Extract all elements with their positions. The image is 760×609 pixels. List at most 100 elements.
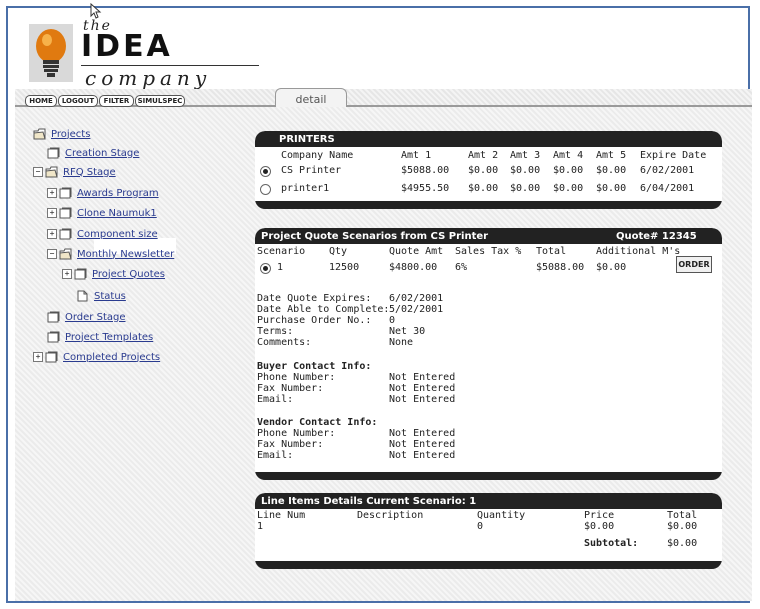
printer-amt3: $0.00: [510, 165, 541, 176]
printer-amt1: $4955.50: [401, 183, 450, 194]
logout-button[interactable]: LOGOUT: [58, 95, 98, 107]
detail-value: 0: [389, 315, 396, 326]
scenario-qty: 12500: [329, 262, 360, 273]
collapse-icon[interactable]: −: [47, 249, 57, 259]
buyer-label: Phone Number:: [257, 372, 336, 383]
tree-item-status[interactable]: Status: [76, 290, 126, 302]
printer-expire: 6/02/2001: [640, 165, 695, 176]
tree-item-order-stage[interactable]: Order Stage: [47, 311, 126, 323]
collapse-icon[interactable]: −: [33, 167, 43, 177]
subtotal-label: Subtotal:: [584, 538, 639, 549]
printer-amt3: $0.00: [510, 183, 541, 194]
tree-label[interactable]: Status: [94, 291, 126, 302]
scenario-header-scenario: Scenario: [257, 246, 306, 257]
expand-icon[interactable]: +: [33, 352, 43, 362]
printers-header-amt4: Amt 4: [553, 150, 584, 161]
vendor-label: Phone Number:: [257, 428, 336, 439]
folder-icon: [47, 331, 60, 343]
tree-item-monthly-newsletter[interactable]: − Monthly Newsletter: [47, 248, 174, 260]
vendor-label: Fax Number:: [257, 439, 324, 450]
tree-label[interactable]: Completed Projects: [63, 352, 160, 363]
printer-amt1: $5088.00: [401, 165, 450, 176]
logo-idea: IDEA: [81, 29, 173, 64]
tree-item-clone-naumuk1[interactable]: + Clone Naumuk1: [47, 207, 157, 219]
detail-label: Comments:: [257, 337, 312, 348]
folder-icon: [74, 268, 87, 280]
detail-value: 5/02/2001: [389, 304, 444, 315]
buyer-value: Not Entered: [389, 383, 456, 394]
printer-amt4: $0.00: [553, 165, 584, 176]
printers-header-amt5: Amt 5: [596, 150, 627, 161]
order-button[interactable]: ORDER: [676, 256, 712, 273]
tab-detail[interactable]: detail: [275, 88, 347, 107]
line-quantity: 0: [477, 521, 484, 532]
tree-item-rfq-stage[interactable]: − RFQ Stage: [33, 166, 116, 178]
scenario-total: $5088.00: [536, 262, 585, 273]
expand-icon[interactable]: +: [47, 229, 57, 239]
printer-expire: 6/04/2001: [640, 183, 695, 194]
tree-item-project-templates[interactable]: Project Templates: [47, 331, 153, 343]
detail-label: Purchase Order No.:: [257, 315, 372, 326]
tree-label[interactable]: Creation Stage: [65, 148, 139, 159]
buyer-contact-title: Buyer Contact Info:: [257, 361, 372, 372]
tree-label[interactable]: RFQ Stage: [63, 167, 116, 178]
printer-radio-cs[interactable]: [260, 166, 271, 177]
vendor-label: Email:: [257, 450, 294, 461]
line-header-price: Price: [584, 510, 615, 521]
detail-value: Net 30: [389, 326, 426, 337]
folder-open-icon: [45, 166, 58, 178]
subtotal-value: $0.00: [667, 538, 698, 549]
scenario-radio-1[interactable]: [260, 263, 271, 274]
tree-label[interactable]: Order Stage: [65, 312, 126, 323]
line-header-quantity: Quantity: [477, 510, 526, 521]
tree-item-project-quotes[interactable]: + Project Quotes: [62, 268, 165, 280]
line-total: $0.00: [667, 521, 698, 532]
scenario-header-total: Total: [536, 246, 567, 257]
scenario-num: 1: [277, 262, 284, 273]
lightbulb-icon: [29, 24, 73, 82]
expand-icon[interactable]: +: [47, 208, 57, 218]
folder-icon: [59, 187, 72, 199]
tree-label[interactable]: Component size: [77, 229, 158, 240]
expand-icon[interactable]: +: [62, 269, 72, 279]
line-header-description: Description: [357, 510, 424, 521]
printer-amt5: $0.00: [596, 165, 627, 176]
tree-label-projects[interactable]: Projects: [51, 129, 90, 140]
printer-name: CS Printer: [281, 165, 342, 176]
scenario-header-sales-tax: Sales Tax %: [455, 246, 522, 257]
tree-label[interactable]: Project Templates: [65, 332, 153, 343]
line-price: $0.00: [584, 521, 615, 532]
tree-item-creation-stage[interactable]: Creation Stage: [47, 147, 139, 159]
scenario-additional: $0.00: [596, 262, 627, 273]
detail-label: Terms:: [257, 326, 294, 337]
line-items-footer: [255, 561, 722, 569]
expand-icon[interactable]: +: [47, 188, 57, 198]
printer-radio-printer1[interactable]: [260, 184, 271, 195]
scenarios-footer: [255, 472, 722, 480]
scenario-header-qty: Qty: [329, 246, 348, 257]
folder-icon: [59, 207, 72, 219]
scenario-sales-tax: 6%: [455, 262, 468, 273]
tree-item-completed-projects[interactable]: + Completed Projects: [33, 351, 160, 363]
scenario-quote-amt: $4800.00: [389, 262, 438, 273]
logo-company: company: [85, 66, 212, 90]
tree-root-projects[interactable]: Projects: [33, 128, 90, 140]
tree-item-component-size[interactable]: + Component size: [47, 228, 158, 240]
tree-label[interactable]: Monthly Newsletter: [77, 249, 174, 260]
vendor-value: Not Entered: [389, 439, 456, 450]
folder-icon: [45, 351, 58, 363]
line-num: 1: [257, 521, 264, 532]
filter-button[interactable]: FILTER: [99, 95, 134, 107]
printers-header-amt1: Amt 1: [401, 150, 432, 161]
tree-label[interactable]: Project Quotes: [92, 269, 165, 280]
printers-header-expire: Expire Date: [640, 150, 707, 161]
detail-value: 6/02/2001: [389, 293, 444, 304]
home-button[interactable]: HOME: [25, 95, 57, 107]
simulspec-button[interactable]: SIMULSPEC: [135, 95, 185, 107]
buyer-label: Email:: [257, 394, 294, 405]
tree-label[interactable]: Clone Naumuk1: [77, 208, 157, 219]
tree-item-awards-program[interactable]: + Awards Program: [47, 187, 159, 199]
printers-header-amt2: Amt 2: [468, 150, 499, 161]
tree-label[interactable]: Awards Program: [77, 188, 159, 199]
quote-details-labels: Date Quote Expires: Date Able to Complet…: [257, 293, 389, 348]
